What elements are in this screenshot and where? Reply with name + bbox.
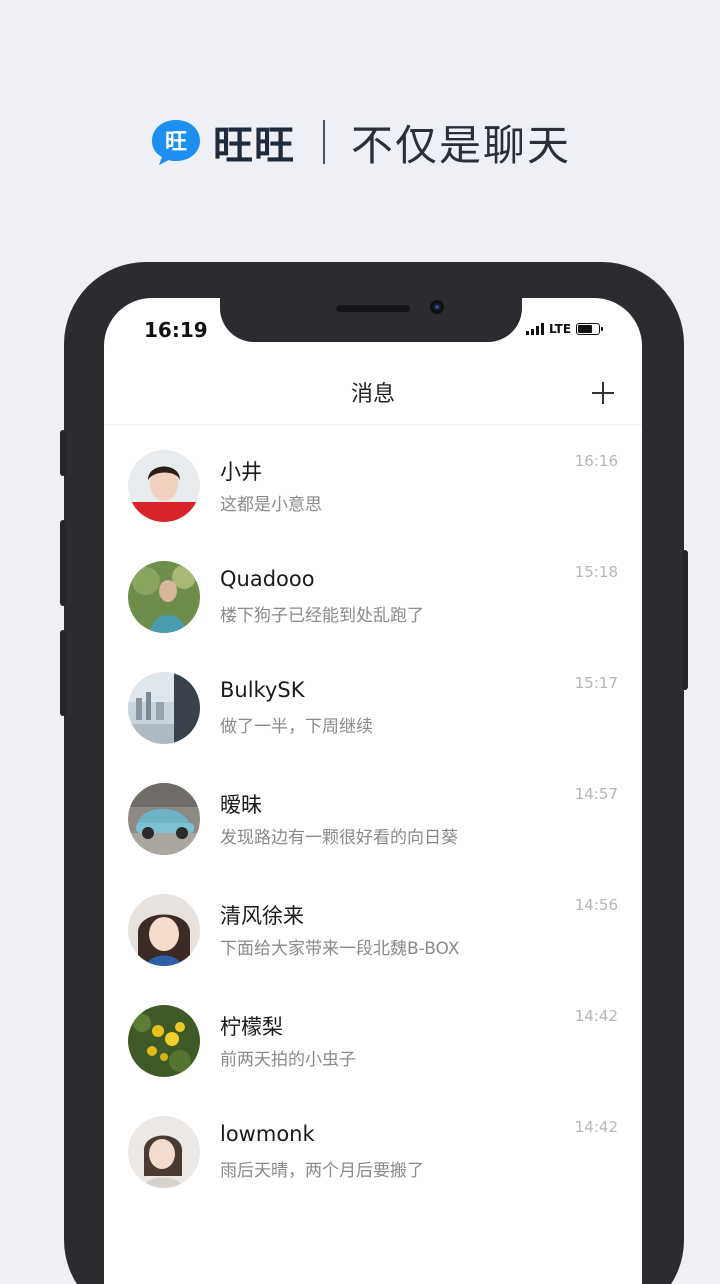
message-preview: 做了一半，下周继续 <box>220 717 373 737</box>
conversation-item[interactable]: lowmonk 雨后天晴，两个月后要搬了 14:42 <box>104 1096 642 1207</box>
contact-name: 小井 <box>220 460 262 484</box>
message-preview: 前两天拍的小虫子 <box>220 1050 356 1070</box>
phone-side-button <box>60 430 66 476</box>
brand-name: 旺旺 <box>212 123 295 169</box>
page-title: 消息 <box>350 382 395 407</box>
status-indicators: LTE <box>526 322 604 336</box>
message-preview: 这都是小意思 <box>220 495 322 515</box>
message-preview: 楼下狗子已经能到处乱跑了 <box>220 606 424 626</box>
add-plus-icon[interactable] <box>590 380 616 406</box>
contact-name: BulkySK <box>220 678 305 702</box>
contact-name: 柠檬梨 <box>220 1015 283 1039</box>
message-preview: 发现路边有一颗很好看的向日葵 <box>220 828 458 848</box>
message-time: 14:42 <box>574 1007 618 1025</box>
message-preview: 下面给大家带来一段北魏B-BOX <box>220 939 460 959</box>
svg-text:旺: 旺 <box>165 130 187 155</box>
contact-name: 暧昧 <box>220 793 262 817</box>
phone-side-button <box>60 520 66 606</box>
message-time: 16:16 <box>574 452 618 470</box>
conversation-item[interactable]: 小井 这都是小意思 16:16 <box>104 430 642 541</box>
message-time: 14:57 <box>574 785 618 803</box>
conversation-item[interactable]: BulkySK 做了一半，下周继续 15:17 <box>104 652 642 763</box>
avatar <box>128 783 200 855</box>
contact-name: lowmonk <box>220 1122 315 1146</box>
promo-header: 旺 旺旺 不仅是聊天 <box>0 112 720 172</box>
avatar <box>128 894 200 966</box>
promo-divider <box>322 120 325 164</box>
phone-side-button <box>60 630 66 716</box>
nav-divider <box>104 424 642 425</box>
avatar <box>128 1005 200 1077</box>
conversation-item[interactable]: 清风徐来 下面给大家带来一段北魏B-BOX 14:56 <box>104 874 642 985</box>
contact-name: 清风徐来 <box>220 904 304 928</box>
tagline: 不仅是聊天 <box>350 120 571 170</box>
front-camera-icon <box>430 300 444 314</box>
message-time: 15:18 <box>574 563 618 581</box>
message-time: 14:42 <box>574 1118 618 1136</box>
conversation-item[interactable]: 柠檬梨 前两天拍的小虫子 14:42 <box>104 985 642 1096</box>
avatar <box>128 561 200 633</box>
avatar <box>128 450 200 522</box>
network-type: LTE <box>549 322 572 336</box>
signal-icon <box>526 323 544 335</box>
phone-side-button <box>682 550 688 690</box>
battery-icon <box>576 323 604 335</box>
message-preview: 雨后天晴，两个月后要搬了 <box>220 1161 424 1181</box>
message-time: 15:17 <box>574 674 618 692</box>
status-time: 16:19 <box>144 318 208 342</box>
message-time: 14:56 <box>574 896 618 914</box>
conversation-item[interactable]: 暧昧 发现路边有一颗很好看的向日葵 14:57 <box>104 763 642 874</box>
wangwang-logo-icon: 旺 <box>149 117 203 167</box>
conversation-item[interactable]: Quadooo 楼下狗子已经能到处乱跑了 15:18 <box>104 541 642 652</box>
speaker-grille <box>336 305 410 312</box>
contact-name: Quadooo <box>220 567 315 591</box>
avatar <box>128 672 200 744</box>
conversation-list: 小井 这都是小意思 16:16 Quadooo 楼下狗子已经能到处乱跑了 15:… <box>104 430 642 1207</box>
avatar <box>128 1116 200 1188</box>
